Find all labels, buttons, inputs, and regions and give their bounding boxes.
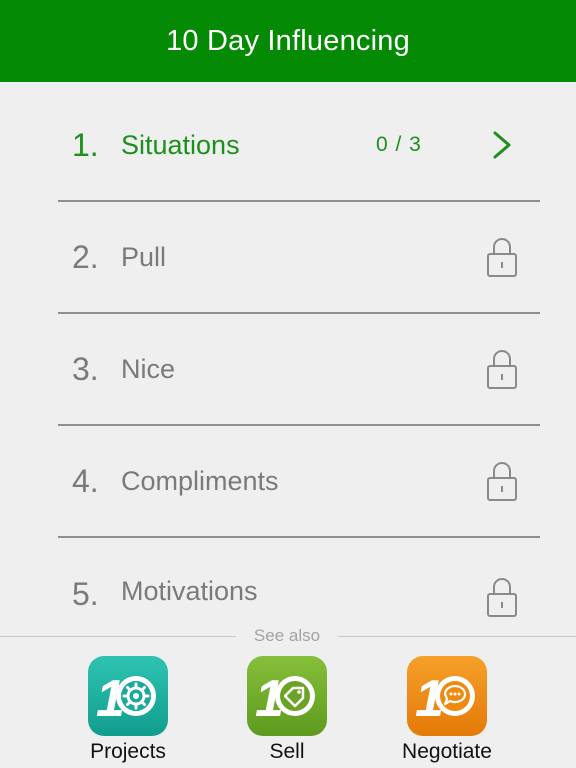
lesson-title: Motivations	[121, 576, 258, 606]
lesson-number: 5.	[72, 576, 99, 612]
see-also-apps: 1 Projects 1 Sell 1 Negotiate	[0, 646, 576, 768]
lesson-number: 1.	[72, 126, 99, 163]
lesson-list: 1. Situations 0 / 3 2. Pull 3. Nice 4. C…	[58, 90, 540, 638]
divider-line	[0, 636, 236, 637]
app-label: Sell	[269, 740, 305, 763]
app-label: Projects	[90, 740, 166, 763]
app-label: Negotiate	[402, 740, 492, 763]
lesson-title: Nice	[121, 353, 176, 384]
lesson-row-pull[interactable]: 2. Pull	[58, 202, 540, 314]
app-negotiate[interactable]: 1 Negotiate	[387, 656, 507, 768]
lesson-row-compliments[interactable]: 4. Compliments	[58, 426, 540, 538]
lesson-title: Pull	[121, 241, 167, 272]
lesson-number: 4.	[72, 462, 99, 499]
divider-line	[338, 636, 576, 637]
app-projects[interactable]: 1 Projects	[68, 656, 188, 768]
app-sell[interactable]: 1 Sell	[227, 656, 347, 768]
lock-icon	[487, 238, 517, 277]
gear-icon	[122, 682, 150, 710]
chevron-right-icon[interactable]	[490, 129, 514, 161]
lesson-row-motivations[interactable]: 5. Motivations	[58, 538, 540, 638]
lesson-title: Compliments	[121, 465, 279, 496]
negotiate-app-icon[interactable]: 1	[407, 656, 487, 736]
lesson-row-situations[interactable]: 1. Situations 0 / 3	[58, 90, 540, 202]
see-also-divider: See also	[0, 626, 576, 646]
lesson-row-nice[interactable]: 3. Nice	[58, 314, 540, 426]
page-title: 10 Day Influencing	[166, 24, 410, 57]
lock-icon	[487, 578, 517, 617]
lesson-number: 2.	[72, 238, 99, 275]
app-header: 10 Day Influencing	[0, 0, 576, 82]
lesson-progress: 0 / 3	[376, 133, 422, 156]
lock-icon	[487, 462, 517, 501]
see-also-label: See also	[253, 626, 321, 645]
lesson-title: Situations	[121, 129, 240, 160]
sell-app-icon[interactable]: 1	[247, 656, 327, 736]
lesson-number: 3.	[72, 350, 99, 387]
lock-icon	[487, 350, 517, 389]
projects-app-icon[interactable]: 1	[88, 656, 168, 736]
